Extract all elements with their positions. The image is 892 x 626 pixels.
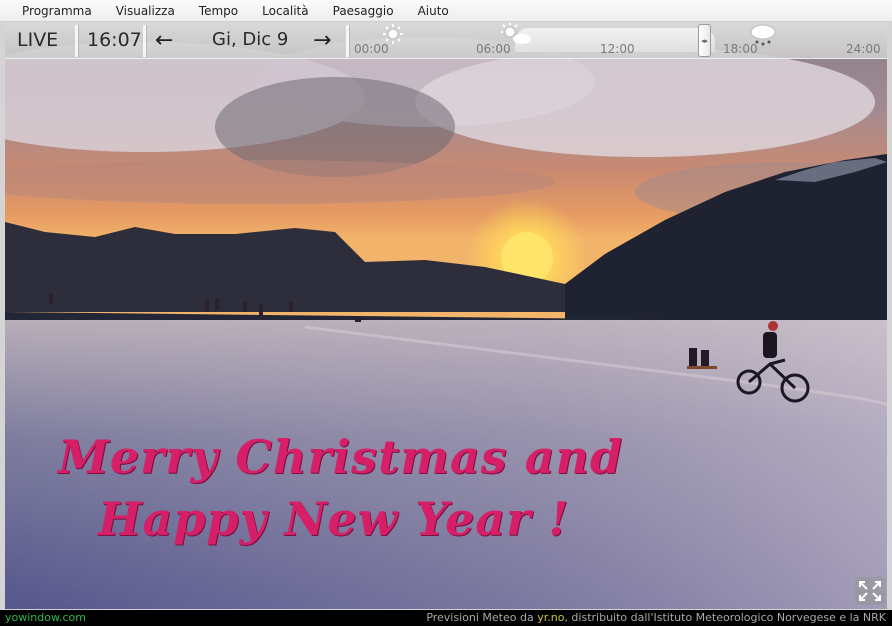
day-timeline[interactable]: 00:00 06:00 12:00 18:00 24:00 ◂▸ [350,22,887,59]
forecast-credit: Previsioni Meteo da yr.no, distribuito d… [426,610,886,626]
status-bar: yowindow.com Previsioni Meteo da yr.no, … [0,610,892,626]
divider [346,25,349,57]
divider [143,25,146,57]
menu-tempo[interactable]: Tempo [187,0,250,22]
snow-cloud-icon [750,24,776,46]
partly-cloudy-icon [501,23,531,44]
credit-prefix: Previsioni Meteo da [426,611,538,624]
current-time[interactable]: 16:07 [87,29,142,51]
expand-icon [859,581,881,601]
divider [75,25,78,57]
current-date: Gi, Dic 9 [212,29,289,50]
menu-visualizza[interactable]: Visualizza [104,0,187,22]
timeline-slider-thumb[interactable]: ◂▸ [698,24,711,57]
menu-localita[interactable]: Località [250,0,321,22]
next-day-arrow-icon[interactable]: → [313,28,331,53]
menu-bar: Programma Visualizza Tempo Località Paes… [0,0,892,22]
fullscreen-button[interactable] [855,577,885,605]
sun-icon [383,24,403,44]
timeline-tick: 12:00 [600,42,635,56]
menu-paesaggio[interactable]: Paesaggio [321,0,406,22]
credit-suffix: , distribuito dall'Istituto Meteorologic… [564,611,886,624]
greeting-line-1: Merry Christmas and [58,430,624,484]
menu-aiuto[interactable]: Aiuto [406,0,461,22]
control-strip: LIVE 16:07 ← Gi, Dic 9 → 00:00 06:00 12:… [5,22,887,59]
timeline-tick: 24:00 [846,42,881,56]
menu-programma[interactable]: Programma [10,0,104,22]
live-button[interactable]: LIVE [17,29,58,51]
site-link[interactable]: yowindow.com [5,610,86,626]
yr-link[interactable]: yr.no [537,611,564,624]
prev-day-arrow-icon[interactable]: ← [155,28,173,53]
greeting-line-2: Happy New Year ! [98,492,570,546]
